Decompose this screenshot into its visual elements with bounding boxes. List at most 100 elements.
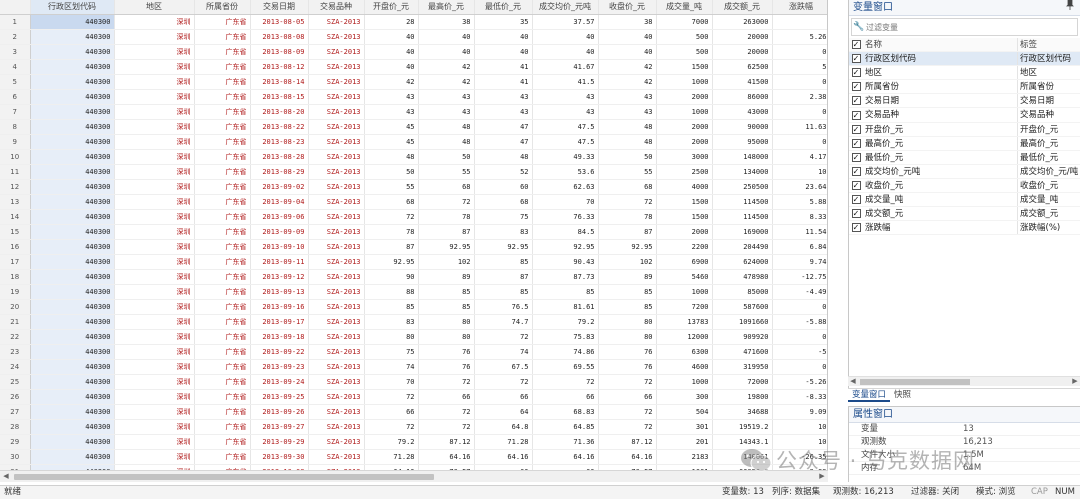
checkbox-checked-icon[interactable]: ✓ xyxy=(851,124,861,134)
table-cell[interactable]: 76 xyxy=(418,344,475,360)
table-cell[interactable]: 4600 xyxy=(656,359,713,375)
table-row[interactable]: 20 440300 深圳 广东省 2013-09-16 SZA-2013 85 85 76.5 8… xyxy=(0,299,827,315)
table-cell[interactable]: 深圳 xyxy=(114,374,195,390)
table-cell[interactable]: -5.88 xyxy=(772,314,827,330)
table-cell[interactable]: 84.5 xyxy=(532,224,599,240)
table-cell[interactable]: 64.16 xyxy=(532,449,599,465)
table-cell[interactable]: 50 xyxy=(418,149,475,165)
table-row[interactable]: 24 440300 深圳 广东省 2013-09-23 SZA-2013 74 76 67.5 6… xyxy=(0,359,827,375)
table-cell[interactable]: 47.5 xyxy=(532,119,599,135)
table-cell[interactable]: 87.12 xyxy=(418,434,475,450)
column-header[interactable]: 交易品种 xyxy=(308,0,365,15)
table-cell[interactable]: 2013-09-26 xyxy=(250,404,309,420)
table-cell[interactable]: SZA-2013 xyxy=(308,14,365,30)
table-cell[interactable]: 广东省 xyxy=(194,254,251,270)
table-cell[interactable]: 48 xyxy=(418,134,475,150)
table-cell[interactable]: SZA-2013 xyxy=(308,239,365,255)
table-cell[interactable]: 广东省 xyxy=(194,224,251,240)
table-cell[interactable]: 深圳 xyxy=(114,224,195,240)
table-cell[interactable]: 8.33 xyxy=(772,209,827,225)
table-cell[interactable]: -26.35 xyxy=(772,449,827,465)
table-cell[interactable]: SZA-2013 xyxy=(308,89,365,105)
row-number[interactable]: 3 xyxy=(0,44,31,60)
table-cell[interactable]: 250500 xyxy=(712,179,773,195)
row-number[interactable]: 13 xyxy=(0,194,31,210)
table-cell[interactable]: 440300 xyxy=(30,449,115,465)
checkbox-checked-icon[interactable]: ✓ xyxy=(851,180,861,190)
table-cell[interactable]: 75 xyxy=(474,209,533,225)
table-cell[interactable]: 92.95 xyxy=(364,254,419,270)
table-cell[interactable]: 1500 xyxy=(656,209,713,225)
table-cell[interactable]: 40 xyxy=(418,44,475,60)
table-row[interactable]: 6 440300 深圳 广东省 2013-08-15 SZA-2013 43 43 43 43 43… xyxy=(0,89,827,105)
table-cell[interactable]: 440300 xyxy=(30,209,115,225)
table-cell[interactable]: 41.5 xyxy=(532,74,599,90)
table-cell[interactable]: 广东省 xyxy=(194,269,251,285)
row-number[interactable]: 25 xyxy=(0,374,31,390)
table-cell[interactable]: 319950 xyxy=(712,359,773,375)
table-cell[interactable]: 79.2 xyxy=(364,434,419,450)
table-cell[interactable]: 10 xyxy=(772,434,827,450)
table-cell[interactable]: 89 xyxy=(418,269,475,285)
variable-list-item[interactable]: ✓ 所属省份 所属省份 xyxy=(849,80,1080,95)
row-number[interactable]: 15 xyxy=(0,224,31,240)
table-cell[interactable]: 71.36 xyxy=(532,434,599,450)
table-cell[interactable]: 2013-09-25 xyxy=(250,389,309,405)
table-row[interactable]: 17 440300 深圳 广东省 2013-09-11 SZA-2013 92.95 102 8… xyxy=(0,254,827,270)
table-cell[interactable]: 深圳 xyxy=(114,104,195,120)
variable-list-item[interactable]: ✓ 成交均价_元吨 成交均价_元/吨 xyxy=(849,164,1080,179)
table-cell[interactable]: 深圳 xyxy=(114,59,195,75)
table-cell[interactable]: 2000 xyxy=(656,119,713,135)
table-cell[interactable]: 深圳 xyxy=(114,209,195,225)
table-cell[interactable]: 深圳 xyxy=(114,269,195,285)
table-cell[interactable]: 440300 xyxy=(30,44,115,60)
row-number[interactable]: 5 xyxy=(0,74,31,90)
table-cell[interactable]: 69.55 xyxy=(532,359,599,375)
table-cell[interactable]: 45 xyxy=(364,134,419,150)
table-cell[interactable]: 80 xyxy=(418,329,475,345)
table-cell[interactable]: 64 xyxy=(474,404,533,420)
table-cell[interactable]: 43 xyxy=(598,89,657,105)
table-cell[interactable]: 72 xyxy=(364,389,419,405)
table-cell[interactable]: SZA-2013 xyxy=(308,254,365,270)
table-cell[interactable]: 68 xyxy=(474,194,533,210)
table-cell[interactable]: 7000 xyxy=(656,14,713,30)
column-header[interactable]: 成交额_元 xyxy=(712,0,773,15)
table-cell[interactable]: 40 xyxy=(598,44,657,60)
table-row[interactable]: 5 440300 深圳 广东省 2013-08-14 SZA-2013 42 42 41 41.5… xyxy=(0,74,827,90)
table-cell[interactable]: 1000 xyxy=(656,74,713,90)
row-number[interactable]: 20 xyxy=(0,299,31,315)
table-cell[interactable]: 90.43 xyxy=(532,254,599,270)
table-cell[interactable]: 深圳 xyxy=(114,359,195,375)
table-cell[interactable]: 深圳 xyxy=(114,284,195,300)
table-cell[interactable]: 72 xyxy=(364,209,419,225)
table-row[interactable]: 8 440300 深圳 广东省 2013-08-22 SZA-2013 45 48 47 47.5… xyxy=(0,119,827,135)
table-cell[interactable]: 37.57 xyxy=(532,14,599,30)
table-cell[interactable]: 1000 xyxy=(656,104,713,120)
table-cell[interactable]: 2183 xyxy=(656,449,713,465)
table-cell[interactable]: 广东省 xyxy=(194,299,251,315)
table-cell[interactable]: 440300 xyxy=(30,74,115,90)
table-cell[interactable]: 440300 xyxy=(30,14,115,30)
table-cell[interactable]: SZA-2013 xyxy=(308,329,365,345)
row-number[interactable]: 11 xyxy=(0,164,31,180)
table-cell[interactable]: 71.28 xyxy=(474,434,533,450)
table-cell[interactable]: 72 xyxy=(598,419,657,435)
table-cell[interactable]: 2013-09-09 xyxy=(250,224,309,240)
table-cell[interactable]: 87 xyxy=(364,239,419,255)
table-cell[interactable]: 深圳 xyxy=(114,419,195,435)
table-cell[interactable]: SZA-2013 xyxy=(308,434,365,450)
table-cell[interactable]: 42 xyxy=(364,74,419,90)
table-cell[interactable]: 85 xyxy=(532,284,599,300)
table-cell[interactable]: 50 xyxy=(364,164,419,180)
table-cell[interactable]: 72 xyxy=(418,374,475,390)
column-header[interactable]: 开盘价_元 xyxy=(364,0,419,15)
table-cell[interactable]: 广东省 xyxy=(194,434,251,450)
table-cell[interactable]: 2013-08-22 xyxy=(250,119,309,135)
table-cell[interactable]: 72 xyxy=(598,404,657,420)
table-cell[interactable]: 60 xyxy=(474,179,533,195)
table-cell[interactable]: 40 xyxy=(598,29,657,45)
table-cell[interactable]: 68 xyxy=(418,179,475,195)
table-cell[interactable]: 广东省 xyxy=(194,404,251,420)
table-cell[interactable]: 72000 xyxy=(712,374,773,390)
